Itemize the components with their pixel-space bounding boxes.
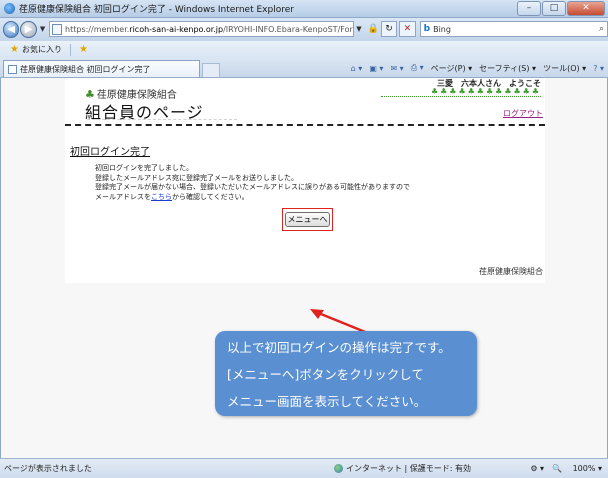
favorites-divider bbox=[69, 43, 71, 56]
feeds-icon[interactable]: ▣ ▾ bbox=[369, 64, 383, 73]
minimize-button[interactable]: – bbox=[517, 1, 541, 16]
home-icon[interactable]: ⌂ ▾ bbox=[351, 64, 363, 73]
title-decoration bbox=[87, 116, 237, 120]
star-icon: ★ bbox=[10, 44, 19, 55]
forward-arrow-icon: ▶ bbox=[24, 23, 33, 35]
command-bar: ⌂ ▾ ▣ ▾ ✉ ▾ ⎙ ▾ ページ(P) ▾ セーフティ(S) ▾ ツール(… bbox=[344, 59, 608, 77]
callout-line: [メニューへ]ボタンをクリックして bbox=[227, 367, 424, 382]
tab-bar: 荏原健康保険組合 初回ログイン完了 ⌂ ▾ ▣ ▾ ✉ ▾ ⎙ ▾ ページ(P)… bbox=[0, 58, 608, 78]
tab-page-icon bbox=[8, 64, 17, 74]
status-right: ⚙ ▾ 🔍 100% ▾ bbox=[522, 464, 608, 473]
callout-line: メニュー画面を表示してください。 bbox=[227, 394, 427, 409]
window-title: 荏原健康保険組合 初回ログイン完了 - Windows Internet Exp… bbox=[19, 5, 294, 15]
globe-icon bbox=[334, 464, 343, 473]
message-line: メールアドレスをこちらから確認してください。 bbox=[95, 192, 249, 201]
status-bar: ページが表示されました インターネット | 保護モード: 有効 ⚙ ▾ 🔍 10… bbox=[0, 458, 608, 478]
address-bar: ◀ ▶ ▼ https://member.ricoh-san-ai-kenpo.… bbox=[0, 18, 608, 40]
tree-decoration: ♣♣♣♣♣♣♣♣♣♣♣♣ bbox=[430, 87, 541, 96]
search-input[interactable]: b Bing ⌕ bbox=[419, 21, 608, 37]
url-dropdown-icon[interactable]: ▼ bbox=[356, 25, 361, 33]
divider bbox=[65, 124, 545, 126]
tab-current[interactable]: 荏原健康保険組合 初回ログイン完了 bbox=[3, 60, 200, 77]
new-tab-button[interactable] bbox=[202, 63, 220, 77]
search-icon[interactable]: ⌕ bbox=[599, 24, 604, 34]
url-field[interactable]: https://member.ricoh-san-ai-kenpo.or.jp/… bbox=[49, 21, 355, 37]
menu-button[interactable]: メニューへ bbox=[285, 212, 330, 227]
instruction-callout: 以上で初回ログインの操作は完了です。 [メニューへ]ボタンをクリックして メニュ… bbox=[215, 331, 477, 416]
completion-message: 初回ログインを完了しました。 登録したメールアドレス宛に登録完了メールをお送りし… bbox=[95, 164, 410, 202]
close-button[interactable]: ✕ bbox=[567, 1, 605, 16]
highlight-frame: メニューへ bbox=[282, 208, 333, 231]
favorites-button[interactable]: お気に入り bbox=[22, 44, 62, 55]
web-page: ♣ 荏原健康保険組合 三愛 六本人さん ようこそ ♣♣♣♣♣♣♣♣♣♣♣♣ 組合員… bbox=[65, 78, 545, 283]
page-icon bbox=[52, 23, 63, 35]
print-icon[interactable]: ⎙ ▾ bbox=[411, 63, 424, 73]
confirm-link[interactable]: こちら bbox=[151, 193, 172, 201]
message-line: 登録完了メールが届かない場合、登録いただいたメールアドレスに誤りがある可能性があ… bbox=[95, 183, 410, 191]
favorites-bar: ★ お気に入り ★ bbox=[0, 40, 608, 58]
zone-text: インターネット | 保護モード: 有効 bbox=[346, 464, 472, 473]
security-zone[interactable]: インターネット | 保護モード: 有効 bbox=[334, 463, 471, 474]
stop-icon[interactable]: ✕ bbox=[399, 21, 416, 37]
message-line: 登録したメールアドレス宛に登録完了メールをお送りしました。 bbox=[95, 173, 298, 182]
browser-viewport: ♣ 荏原健康保険組合 三愛 六本人さん ようこそ ♣♣♣♣♣♣♣♣♣♣♣♣ 組合員… bbox=[0, 78, 608, 458]
tools-menu[interactable]: ツール(O) ▾ bbox=[543, 63, 586, 74]
help-icon[interactable]: ? ▾ bbox=[593, 64, 604, 73]
ie-icon bbox=[4, 3, 15, 14]
footer-org-name: 荏原健康保険組合 bbox=[479, 267, 543, 276]
mail-icon[interactable]: ✉ ▾ bbox=[390, 64, 403, 73]
zoom-control[interactable]: 🔍 100% ▾ bbox=[552, 464, 602, 473]
history-dropdown-icon[interactable]: ▼ bbox=[40, 25, 45, 33]
title-bar: 荏原健康保険組合 初回ログイン完了 - Windows Internet Exp… bbox=[0, 0, 608, 18]
safety-menu[interactable]: セーフティ(S) ▾ bbox=[479, 63, 536, 74]
maximize-button[interactable]: □ bbox=[542, 1, 566, 16]
message-line: 初回ログインを完了しました。 bbox=[95, 164, 193, 172]
page-menu[interactable]: ページ(P) ▾ bbox=[431, 63, 472, 74]
back-button[interactable]: ◀ bbox=[3, 20, 20, 38]
callout-line: 以上で初回ログインの操作は完了です。 bbox=[227, 340, 451, 355]
settings-icon[interactable]: ⚙ ▾ bbox=[530, 464, 544, 473]
decor-line bbox=[381, 96, 541, 98]
logout-link[interactable]: ログアウト bbox=[503, 108, 543, 119]
search-label: Bing bbox=[433, 24, 451, 34]
url-text: https://member.ricoh-san-ai-kenpo.or.jp/… bbox=[65, 24, 354, 34]
back-arrow-icon: ◀ bbox=[7, 23, 16, 35]
bing-icon: b bbox=[423, 24, 431, 34]
tab-title: 荏原健康保険組合 初回ログイン完了 bbox=[20, 64, 151, 74]
refresh-icon[interactable]: ↻ bbox=[380, 21, 398, 37]
forward-button[interactable]: ▶ bbox=[20, 20, 37, 38]
window-controls: – □ ✕ bbox=[516, 1, 605, 16]
section-title: 初回ログイン完了 bbox=[70, 147, 150, 158]
status-text: ページが表示されました bbox=[4, 464, 92, 473]
lock-icon[interactable]: 🔒 bbox=[368, 24, 379, 34]
add-favorite-icon[interactable]: ★ bbox=[79, 44, 88, 55]
